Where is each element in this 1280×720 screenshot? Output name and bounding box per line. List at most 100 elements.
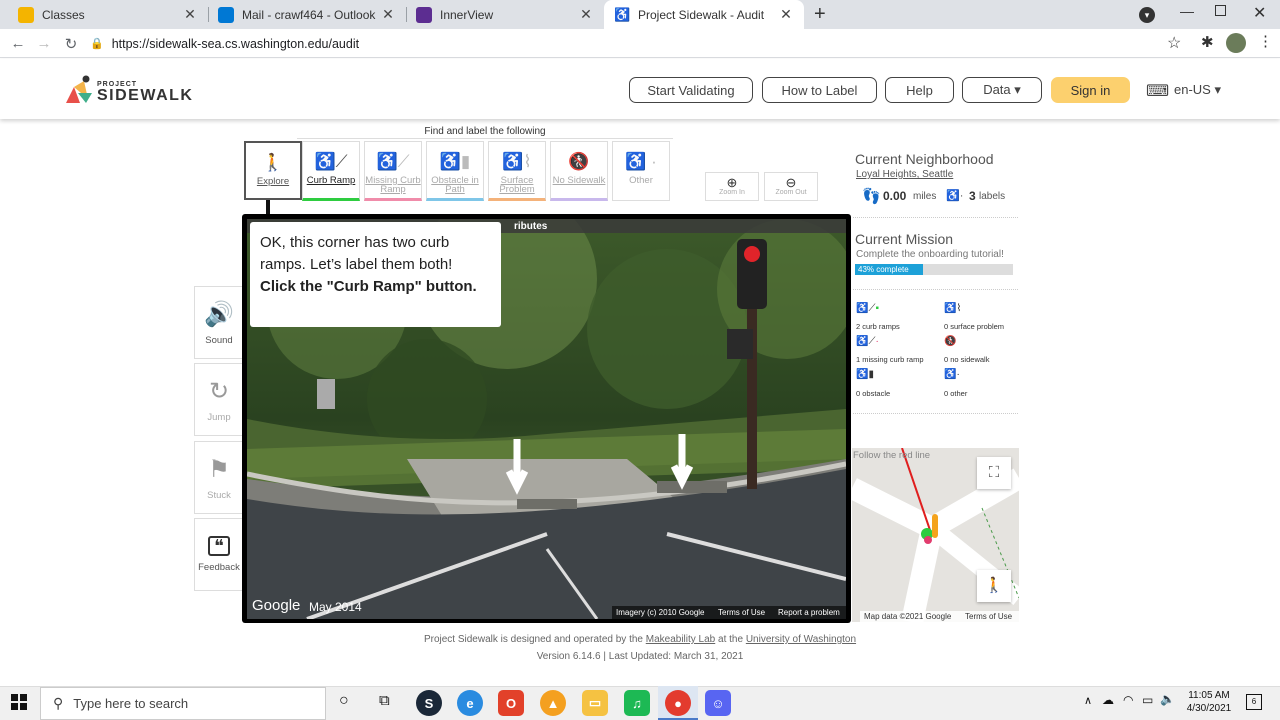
forward-icon[interactable]: → (33, 29, 55, 58)
spotify-icon[interactable]: ♫ (624, 690, 650, 716)
logo-sidewalk-text: SIDEWALK (97, 87, 194, 104)
report-problem-link[interactable]: Report a problem (778, 608, 840, 617)
chrome-icon[interactable]: ● (665, 690, 691, 716)
avatar[interactable] (1226, 33, 1246, 53)
mission-title: Current Mission (855, 231, 954, 247)
no-sidewalk-button[interactable]: 🚷 No Sidewalk (550, 141, 608, 201)
clock-date: 4/30/2021 (1186, 703, 1232, 714)
office-icon[interactable]: O (498, 690, 524, 716)
feedback-button[interactable]: ❝ Feedback (194, 518, 244, 591)
new-tab-icon[interactable]: + (814, 3, 826, 26)
imagery-credit: Imagery (c) 2010 Google (616, 608, 705, 617)
close-icon[interactable]: ✕ (778, 6, 794, 23)
google-watermark: Google (252, 597, 301, 614)
taskbar-clock[interactable]: 11:05 AM 4/30/2021 (1184, 689, 1234, 715)
discord-icon[interactable]: ☺ (705, 690, 731, 716)
battery-icon[interactable]: ▭ (1142, 693, 1153, 707)
curb-ramp-count: 2 curb ramps (856, 322, 900, 331)
back-icon[interactable]: ← (7, 29, 29, 58)
edge-icon[interactable]: e (457, 690, 483, 716)
innerview-favicon-icon (416, 6, 432, 23)
cortana-icon[interactable]: ○ (339, 692, 349, 710)
tab-title: InnerView (440, 7, 494, 22)
obstacle-icon: ♿▮ (439, 152, 471, 171)
window-close-icon[interactable]: ✕ (1253, 3, 1266, 23)
url-input[interactable]: 🔒 https://sidewalk-sea.cs.washington.edu… (90, 32, 1190, 55)
obstacle-count-icon: ♿▮ (856, 369, 874, 380)
makeability-lab-link[interactable]: Makeability Lab (646, 634, 715, 645)
close-icon[interactable]: ✕ (578, 6, 594, 23)
tab-title: Classes (42, 7, 85, 22)
fullscreen-icon[interactable]: ⛶ (977, 457, 1011, 489)
zoom-out-button[interactable]: ⊖ Zoom Out (764, 172, 818, 201)
no-sidewalk-label: No Sidewalk (552, 175, 606, 186)
onedrive-icon[interactable]: ☁ (1102, 693, 1114, 707)
feedback-label: Feedback (198, 562, 240, 573)
volume-icon[interactable]: 🔈 (1160, 692, 1175, 706)
taskbar-search-input[interactable]: ⚲ Type here to search (40, 687, 326, 720)
tab-outlook[interactable]: Mail - crawf464 - Outlook ✕ (208, 0, 406, 29)
extensions-icon[interactable]: ✱ (1201, 33, 1214, 51)
other-button[interactable]: ♿ · Other (612, 141, 670, 201)
other-count-icon: ♿· (944, 369, 960, 380)
tray-chevron-icon[interactable]: ∧ (1084, 694, 1092, 707)
mission-text: Complete the onboarding tutorial! (856, 249, 1004, 260)
sound-button[interactable]: 🔊 Sound (194, 286, 244, 359)
file-explorer-icon[interactable]: ▭ (582, 690, 608, 716)
surface-problem-button[interactable]: ♿⌇ Surface Problem (488, 141, 546, 201)
close-icon[interactable]: ✕ (182, 6, 198, 23)
profile-dropdown-icon[interactable]: ▾ (1139, 7, 1155, 23)
miles-value: 0.00 (883, 189, 907, 203)
tab-project-sidewalk[interactable]: ♿ Project Sidewalk - Audit ✕ (604, 0, 804, 29)
stuck-button[interactable]: ⚑ Stuck (194, 441, 244, 514)
task-view-icon[interactable]: ⧉ (379, 692, 390, 709)
search-icon: ⚲ (53, 695, 64, 711)
other-icon: ♿ · (625, 152, 657, 171)
language-selector[interactable]: en-US ▾ (1174, 82, 1221, 98)
bookmark-star-icon[interactable]: ☆ (1167, 33, 1181, 53)
jump-button[interactable]: ↻ Jump (194, 363, 244, 436)
pegman-icon[interactable]: 🚶 (977, 570, 1011, 602)
neighborhood-name[interactable]: Loyal Heights, Seattle (856, 169, 953, 180)
close-icon[interactable]: ✕ (380, 6, 396, 23)
explore-button[interactable]: 🚶 Explore (244, 141, 302, 200)
start-validating-button[interactable]: Start Validating (629, 77, 753, 103)
map-terms-link[interactable]: Terms of Use (965, 612, 1012, 621)
obstacle-button[interactable]: ♿▮ Obstacle in Path (426, 141, 484, 201)
tutorial-instruction: Click the "Curb Ramp" button. (260, 278, 477, 295)
obstacle-label: Obstacle in Path (431, 175, 479, 195)
divider (853, 289, 1018, 290)
curb-ramp-count-icon: ♿⟋▪ (856, 303, 879, 314)
how-to-label-button[interactable]: How to Label (762, 77, 877, 103)
maximize-icon[interactable] (1215, 5, 1226, 16)
tutorial-text: OK, this corner has two curb ramps. Let’… (260, 234, 453, 273)
uw-link[interactable]: University of Washington (746, 634, 856, 645)
wifi-icon[interactable]: ◠ (1123, 693, 1133, 707)
reload-icon[interactable]: ↻ (60, 29, 82, 58)
zoom-in-button[interactable]: ⊕ Zoom In (705, 172, 759, 201)
stuck-label: Stuck (207, 489, 231, 501)
lock-icon: 🔒 (90, 38, 104, 50)
surface-problem-count: 0 surface problem (944, 322, 1005, 331)
speaker-icon: 🔊 (204, 300, 234, 328)
terms-of-use-link[interactable]: Terms of Use (718, 608, 765, 617)
curb-ramp-icon: ♿⟋ (314, 152, 348, 171)
notification-icon[interactable]: 6 (1246, 694, 1262, 710)
project-sidewalk-logo[interactable] (64, 73, 94, 105)
outlook-favicon-icon (218, 6, 234, 23)
menu-icon[interactable]: ⋮ (1258, 32, 1273, 50)
steam-icon[interactable]: S (416, 690, 442, 716)
divider (853, 413, 1018, 414)
tab-innerview[interactable]: InnerView ✕ (406, 0, 604, 29)
tab-classes[interactable]: Classes ✕ (8, 0, 208, 29)
curb-ramp-label: Curb Ramp (306, 175, 356, 186)
windows-start-icon[interactable] (11, 694, 27, 710)
sound-label: Sound (205, 334, 233, 346)
data-dropdown-button[interactable]: Data ▾ (962, 77, 1042, 103)
sign-in-button[interactable]: Sign in (1051, 77, 1130, 103)
help-button[interactable]: Help (885, 77, 954, 103)
vlc-icon[interactable]: ▲ (540, 690, 566, 716)
missing-curb-ramp-button[interactable]: ♿⟋ Missing Curb Ramp (364, 141, 422, 201)
curb-ramp-button[interactable]: ♿⟋ Curb Ramp (302, 141, 360, 201)
minimize-icon[interactable]: — (1180, 3, 1194, 19)
